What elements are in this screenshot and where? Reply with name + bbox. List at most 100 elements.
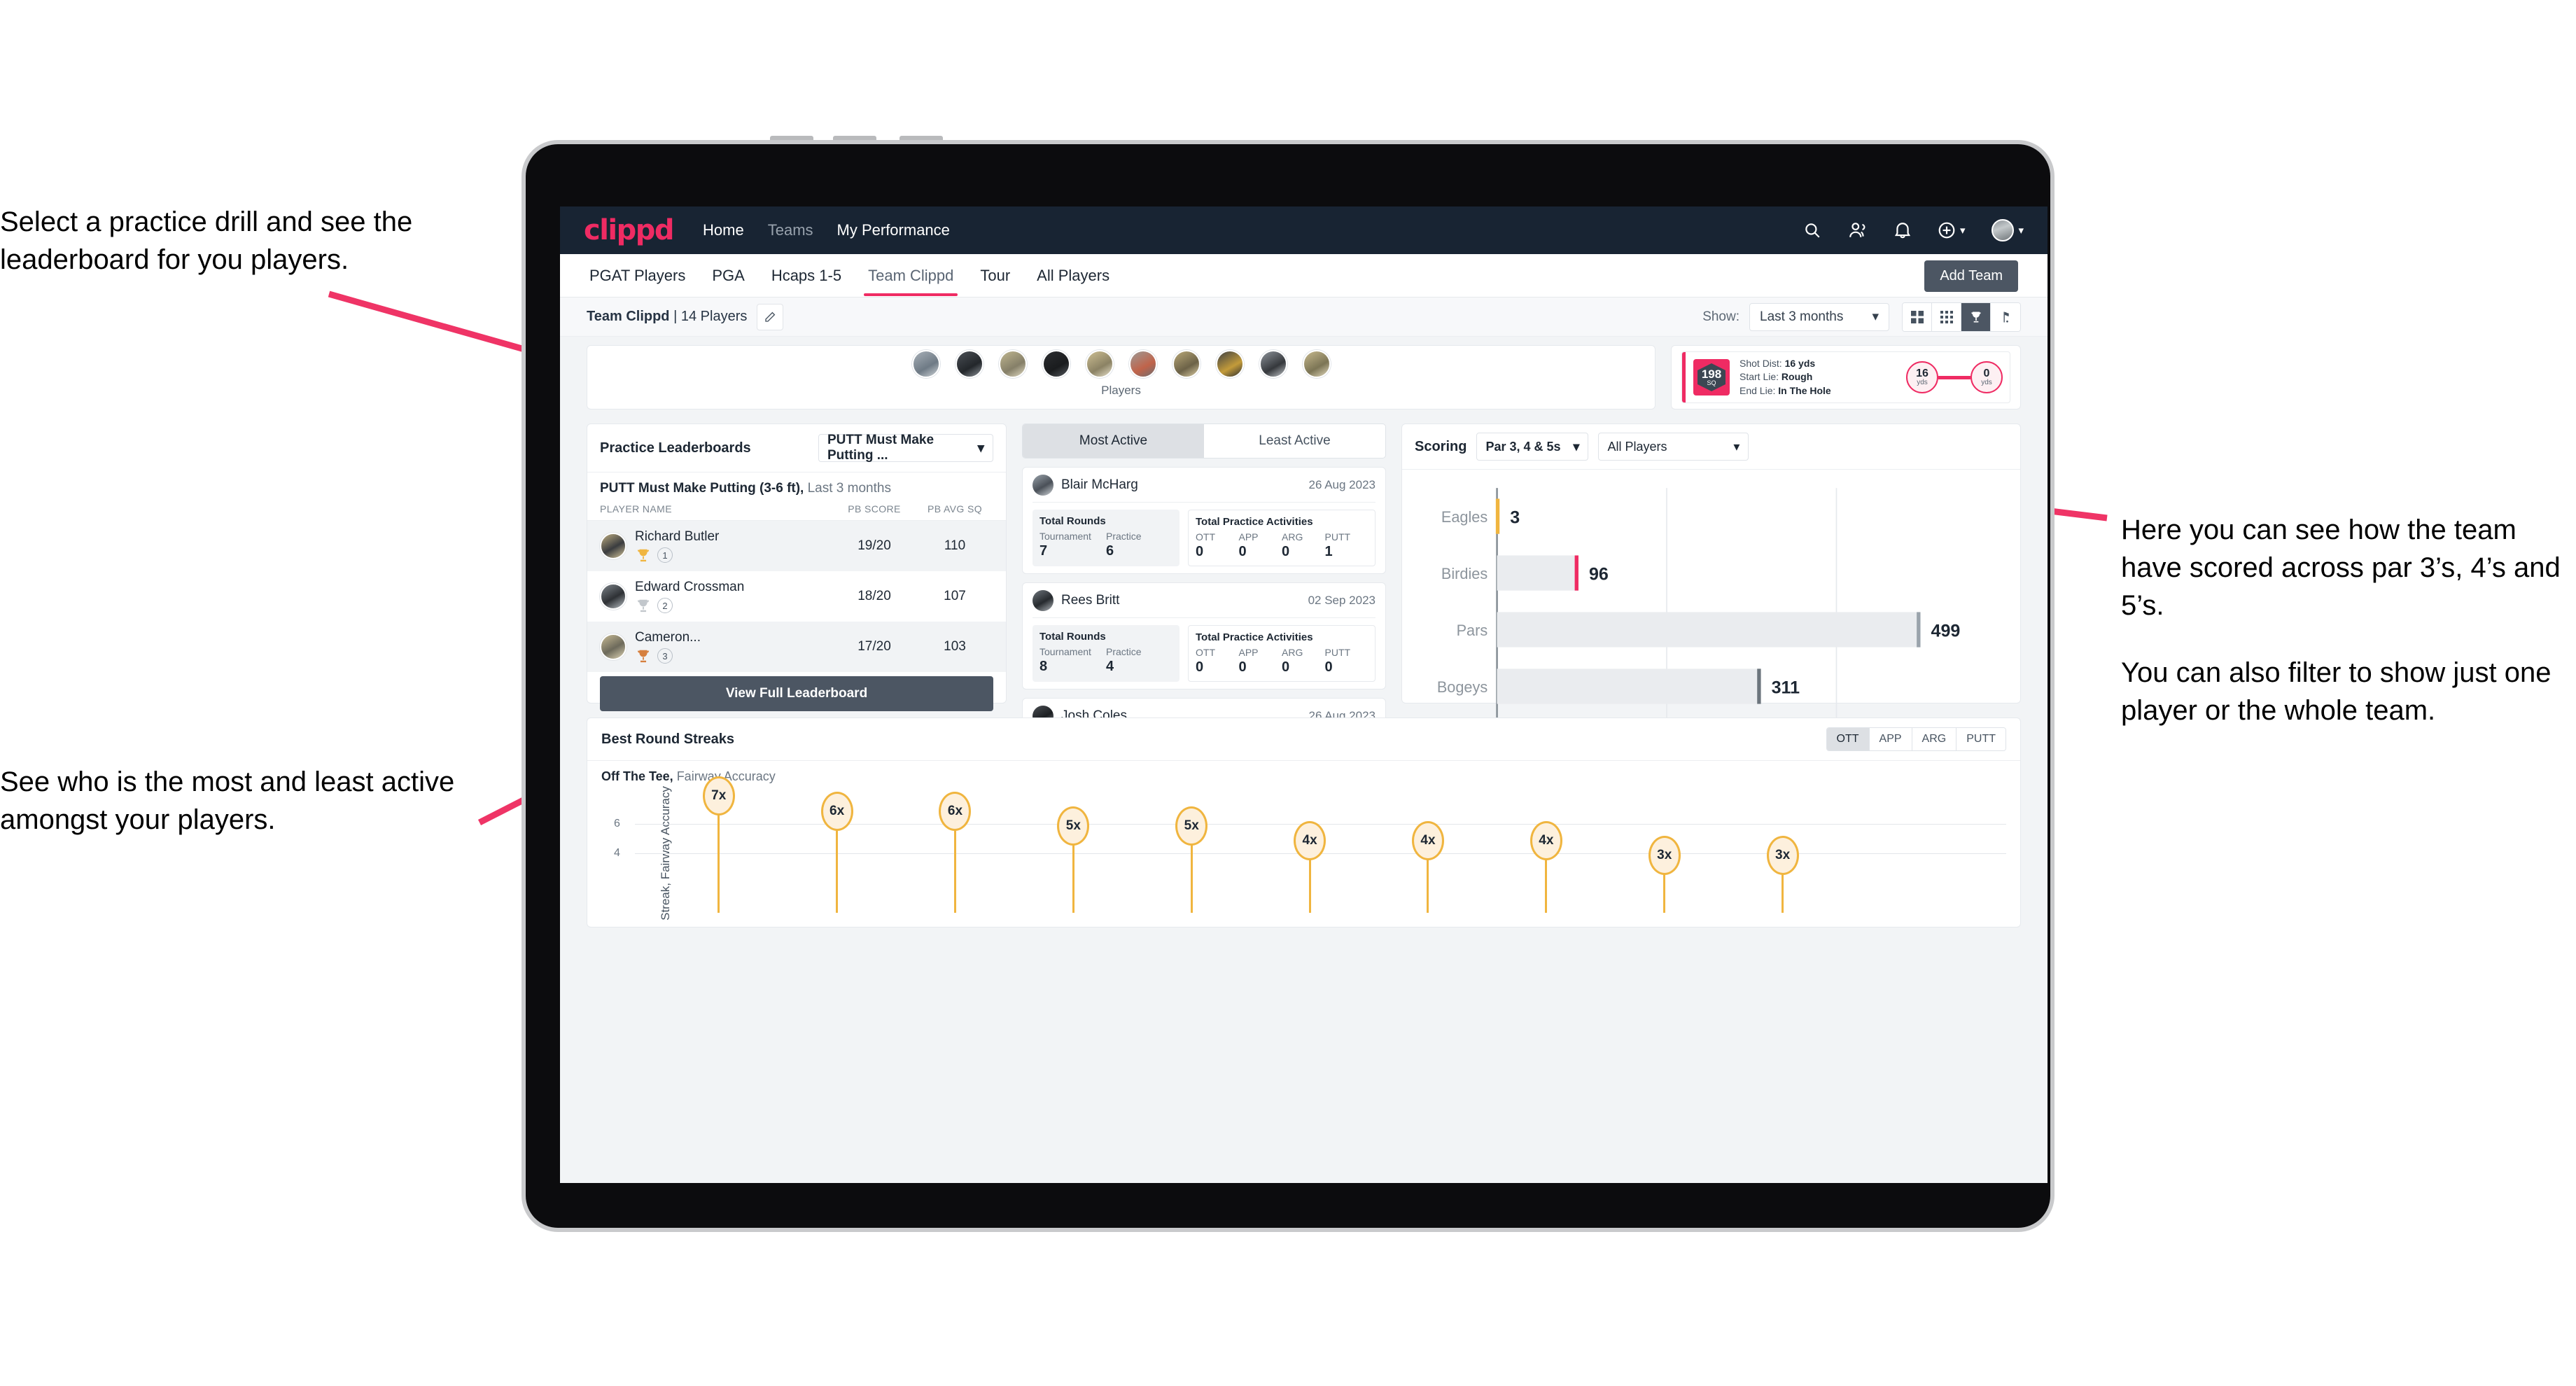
practice-app-col: APP0	[1239, 647, 1282, 676]
tab-hcaps-1-5[interactable]: Hcaps 1-5	[770, 255, 843, 296]
table-row[interactable]: Edward Crossman 2 18/20 107	[587, 571, 1006, 622]
show-label: Show:	[1702, 309, 1740, 324]
list-item[interactable]: Blair McHarg 26 Aug 2023 Total Rounds To…	[1022, 467, 1386, 574]
avatar	[600, 583, 626, 610]
leaderboard-badges: 1	[635, 547, 832, 563]
nav-icons: ▾ ▾	[1803, 219, 2024, 241]
activity-card-header: Blair McHarg 26 Aug 2023	[1032, 475, 1376, 503]
rounds-tournament-value: 8	[1040, 659, 1048, 674]
practice-activities-cols: OTT 0 APP 0 ARG 0 PUTT 0	[1196, 647, 1368, 676]
avatar[interactable]	[1302, 350, 1331, 378]
user-avatar-menu[interactable]: ▾	[1991, 219, 2024, 241]
leaderboard-name-wrap: Edward Crossman 2	[635, 580, 832, 613]
start-lie-label: Start Lie:	[1740, 371, 1779, 383]
drill-select[interactable]: PUTT Must Make Putting ... ▾	[818, 433, 993, 463]
leaderboard-subtitle: PUTT Must Make Putting (3-6 ft), Last 3 …	[587, 472, 1006, 503]
practice-activities-title: Total Practice Activities	[1196, 631, 1313, 643]
chevron-down-icon[interactable]: ▾	[2018, 224, 2024, 237]
svg-text:Pars: Pars	[1457, 622, 1488, 639]
metric-tab-app[interactable]: APP	[1869, 728, 1912, 750]
date-range-select[interactable]: Last 3 months ▾	[1749, 302, 1889, 331]
column-pb-avg-sq: PB AVG SQ	[927, 503, 983, 514]
practice-putt-label: PUTT	[1324, 531, 1351, 542]
tab-tour[interactable]: Tour	[979, 255, 1011, 296]
rounds-tournament-label: Tournament	[1040, 646, 1091, 657]
streak-bubble: 4x	[1411, 821, 1444, 860]
practice-ott-col: OTT 0	[1196, 531, 1239, 560]
practice-app-value: 0	[1238, 544, 1247, 559]
annotation-bottom-left: See who is the most and least active amo…	[0, 766, 455, 835]
view-grid-small-button[interactable]	[1932, 302, 1961, 331]
team-name: Team Clippd	[587, 309, 670, 324]
metric-tab-arg[interactable]: ARG	[1912, 728, 1957, 750]
avatar[interactable]	[911, 350, 940, 378]
view-flag-button[interactable]	[1991, 302, 2020, 331]
avatar[interactable]	[1128, 350, 1157, 378]
streaks-plot-area: 46 7x 6x 6x 5x 5x 4x 4x 4x 3x 3x	[614, 776, 2006, 913]
pb-avg-sq-value: 107	[944, 589, 966, 603]
practice-app-label: APP	[1238, 531, 1259, 542]
avatar[interactable]	[1042, 350, 1070, 378]
streak-stem: 5x	[1175, 806, 1208, 913]
par-filter-select[interactable]: Par 3, 4 & 5s ▾	[1476, 433, 1589, 461]
metric-tab-putt[interactable]: PUTT	[1956, 728, 2005, 750]
shot-detail-card: 198 SQ Shot Dist: 16 yds Start Lie: Roug…	[1671, 345, 2021, 410]
trophy-icon	[637, 650, 650, 663]
avatar[interactable]	[955, 350, 983, 378]
practice-arg-value: 0	[1282, 544, 1290, 559]
leaderboard-header: Practice Leaderboards PUTT Must Make Put…	[587, 424, 1006, 472]
tab-team-clippd[interactable]: Team Clippd	[864, 255, 958, 296]
dashboard-content: Players 198 SQ Shot Dist: 16 yds Start L…	[560, 337, 2047, 1183]
add-team-button[interactable]: Add Team	[1924, 260, 2018, 292]
practice-ott-value: 0	[1196, 659, 1204, 675]
avatar[interactable]	[998, 350, 1027, 378]
avatar[interactable]	[1215, 350, 1244, 378]
total-rounds-cols: Tournament 8 Practice 4	[1040, 646, 1172, 675]
svg-text:96: 96	[1589, 565, 1609, 584]
clippd-logo[interactable]: clippd	[584, 216, 675, 244]
table-row[interactable]: Cameron... 3 17/20 103	[587, 622, 1006, 672]
chevron-down-icon[interactable]: ▾	[1960, 224, 1966, 237]
column-player-name: PLAYER NAME	[600, 503, 672, 514]
avatar[interactable]	[1085, 350, 1114, 378]
bell-icon[interactable]	[1894, 221, 1911, 239]
tab-most-active[interactable]: Most Active	[1023, 424, 1204, 458]
y-tick-label: 6	[614, 817, 620, 830]
annotation-right: Here you can see how the team have score…	[2121, 511, 2569, 729]
shot-info: Shot Dist: 16 yds Start Lie: Rough End L…	[1740, 357, 1831, 398]
view-trophy-button[interactable]	[1961, 302, 1991, 331]
tab-pgat-players[interactable]: PGAT Players	[588, 255, 687, 296]
list-item[interactable]: Rees Britt 02 Sep 2023 Total Rounds Tour…	[1022, 582, 1386, 690]
metric-tab-ott[interactable]: OTT	[1826, 728, 1870, 750]
view-full-leaderboard-button[interactable]: View Full Leaderboard	[600, 676, 993, 711]
grid-large-icon	[1910, 310, 1924, 323]
streak-bubble: 3x	[1766, 836, 1799, 876]
tab-least-active[interactable]: Least Active	[1204, 424, 1385, 458]
annotation-right-p1: Here you can see how the team have score…	[2121, 514, 2561, 621]
tab-all-players[interactable]: All Players	[1035, 255, 1111, 296]
nav-link-teams[interactable]: Teams	[768, 221, 813, 239]
start-lie-line: Start Lie: Rough	[1740, 370, 1831, 384]
streak-stem: 6x	[820, 791, 853, 913]
player-filter-select[interactable]: All Players ▾	[1598, 433, 1749, 461]
team-label: Team Clippd | 14 Players	[587, 309, 747, 325]
trophy-icon	[637, 599, 650, 612]
nav-link-home[interactable]: Home	[703, 221, 744, 239]
nav-link-my-performance[interactable]: My Performance	[837, 221, 950, 239]
search-icon[interactable]	[1803, 221, 1821, 239]
start-distance-circle: 16 yds	[1906, 361, 1938, 393]
rank-badge: 3	[657, 648, 673, 664]
dashboard-row-3: Best Round Streaks OTT APP ARG PUTT Off …	[587, 718, 2021, 927]
scoring-header: Scoring Par 3, 4 & 5s ▾ All Players ▾	[1402, 424, 2020, 469]
practice-ott-label: OTT	[1196, 647, 1215, 658]
avatar[interactable]	[1259, 350, 1287, 378]
plus-circle-icon[interactable]: ▾	[1938, 221, 1966, 239]
leaderboard-name-wrap: Cameron... 3	[635, 630, 832, 664]
table-row[interactable]: Richard Butler 1 19/20 110	[587, 521, 1006, 571]
tab-pga[interactable]: PGA	[710, 255, 746, 296]
people-icon[interactable]	[1848, 221, 1868, 239]
start-distance-value: 16	[1916, 368, 1928, 379]
view-grid-large-button[interactable]	[1903, 302, 1932, 331]
avatar[interactable]	[1172, 350, 1200, 378]
edit-team-button[interactable]	[757, 303, 784, 330]
